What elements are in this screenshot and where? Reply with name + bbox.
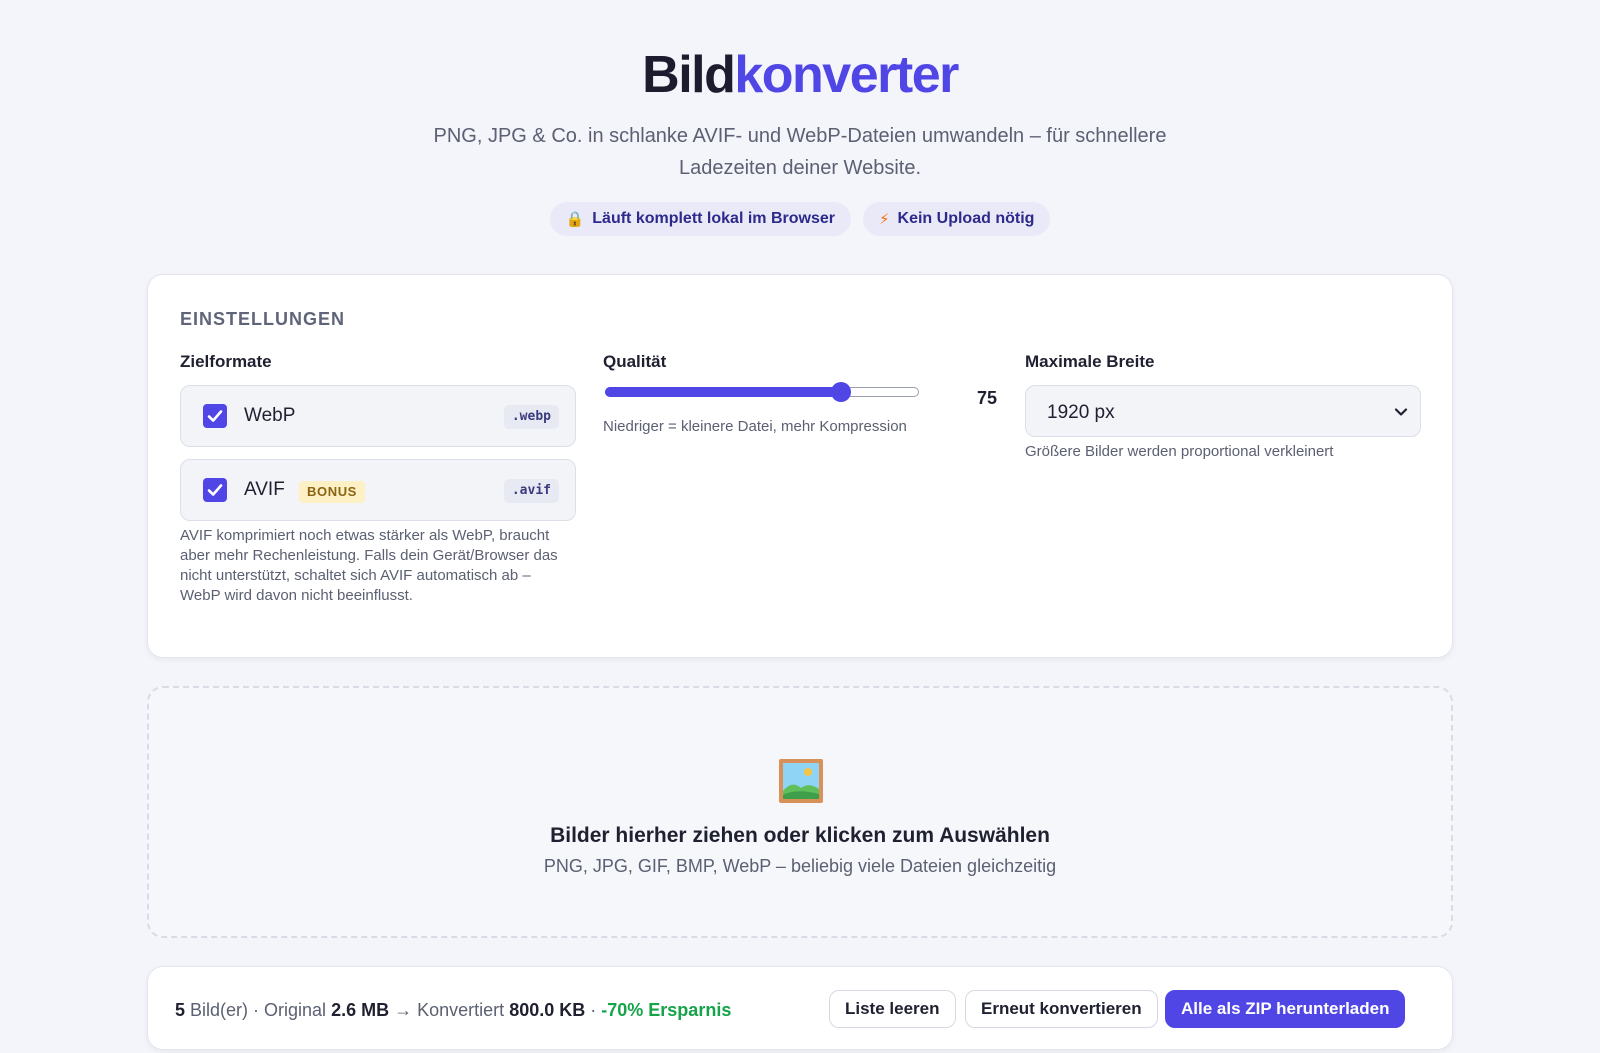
count-suffix: Bild(er) · Original [190, 1000, 327, 1020]
feature-pills: 🔒 Läuft komplett lokal im Browser ⚡ Kein… [0, 202, 1600, 236]
pill-no-upload: ⚡ Kein Upload nötig [862, 202, 1051, 236]
app-title-part2: konverter [734, 46, 959, 104]
download-zip-button[interactable]: Alle als ZIP herunterladen [1165, 990, 1406, 1028]
avif-note: AVIF komprimiert noch etwas stärker als … [180, 527, 558, 604]
settings-title: EINSTELLUNGEN [180, 309, 346, 329]
quality-slider[interactable] [603, 379, 921, 405]
avif-checkbox[interactable] [203, 478, 227, 502]
check-icon [207, 484, 223, 496]
quality-value: 75 [977, 388, 998, 408]
format-option-webp[interactable]: WebP .webp [180, 385, 576, 447]
dropzone-subtitle: PNG, JPG, GIF, BMP, WebP – beliebig viel… [543, 856, 1057, 876]
pill-no-upload-label: Kein Upload nötig [897, 210, 1035, 227]
slider-thumb[interactable] [830, 382, 851, 402]
bonus-badge: BONUS [299, 481, 365, 503]
webp-extension-badge: .webp [503, 405, 559, 429]
dropzone-title: Bilder hierher ziehen oder klicken zum A… [550, 824, 1050, 847]
webp-checkbox[interactable] [203, 404, 227, 428]
original-size: 2.6 MB [331, 1000, 390, 1020]
image-icon [779, 759, 823, 803]
converted-label: → Konvertiert [394, 1000, 505, 1020]
converted-size: 800.0 KB [509, 1000, 586, 1020]
format-option-avif[interactable]: AVIF BONUS .avif [180, 459, 576, 521]
avif-label: AVIF [244, 479, 285, 500]
max-width-label: Maximale Breite [1025, 352, 1155, 371]
pill-local-label: Läuft komplett lokal im Browser [592, 210, 835, 227]
app-title: Bildkonverter [0, 44, 1600, 106]
quality-hint: Niedriger = kleinere Datei, mehr Kompres… [603, 418, 907, 435]
formats-label: Zielformate [180, 352, 272, 371]
check-icon [207, 410, 223, 422]
stats-separator: · [590, 1000, 597, 1020]
conversion-stats: 5 Bild(er) · Original 2.6 MB → Konvertie… [175, 1000, 731, 1021]
reconvert-button[interactable]: Erneut konvertieren [965, 990, 1158, 1028]
slider-fill [605, 387, 841, 397]
chevron-down-icon [1394, 408, 1408, 416]
lock-icon: 🔒 [565, 211, 585, 228]
lightning-icon: ⚡ [878, 211, 890, 228]
summary-bar: 5 Bild(er) · Original 2.6 MB → Konvertie… [147, 966, 1453, 1050]
settings-card: EINSTELLUNGEN Zielformate WebP .webp AVI… [147, 274, 1453, 658]
max-width-select[interactable]: 1920 px [1025, 385, 1421, 437]
max-width-hint: Größere Bilder werden proportional verkl… [1025, 443, 1334, 460]
file-dropzone[interactable]: Bilder hierher ziehen oder klicken zum A… [147, 686, 1453, 938]
app-title-part1: Bild [642, 46, 736, 104]
pill-local: 🔒 Läuft komplett lokal im Browser [549, 202, 851, 236]
quality-label: Qualität [603, 352, 667, 371]
saving-badge: -70% Ersparnis [601, 1000, 732, 1020]
app-subtitle: PNG, JPG & Co. in schlanke AVIF- und Web… [433, 125, 1167, 179]
avif-extension-badge: .avif [503, 479, 559, 503]
clear-list-button[interactable]: Liste leeren [829, 990, 956, 1028]
webp-label: WebP [244, 405, 296, 426]
image-count: 5 [175, 1000, 186, 1020]
max-width-value: 1920 px [1047, 402, 1115, 423]
page-header: Bildkonverter PNG, JPG & Co. in schlanke… [0, 0, 1600, 236]
